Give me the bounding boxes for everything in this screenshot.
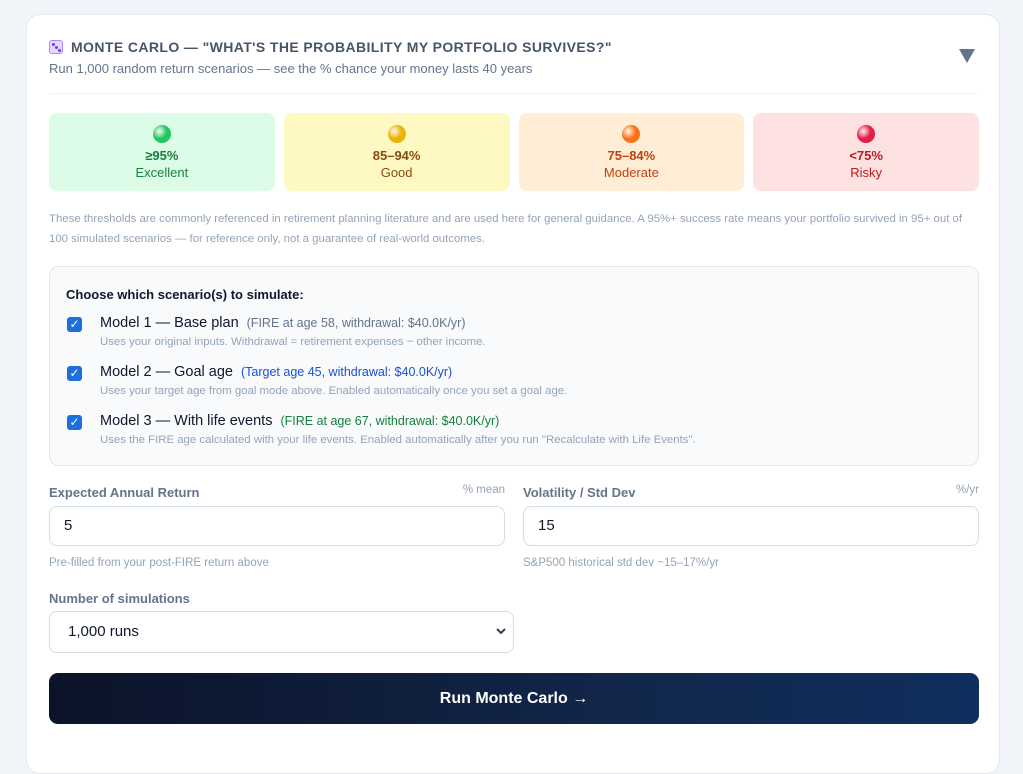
expected-return-input[interactable]: 5 — [49, 506, 505, 546]
red-dot-icon — [857, 125, 876, 143]
model-detail: (FIRE at age 67, withdrawal: $40.0K/yr) — [280, 414, 500, 428]
tier-moderate: 75–84% Moderate — [518, 113, 745, 191]
tier-range: 85–94% — [372, 148, 421, 163]
return-unit: % mean — [462, 484, 505, 496]
volatility-help: S&P500 historical std dev ~15–17%/yr — [523, 557, 719, 569]
model-title: Model 3 — With life events — [100, 413, 273, 429]
return-help: Pre-filled from your post-FIRE return ab… — [49, 557, 269, 569]
threshold-note: These thresholds are commonly referenced… — [49, 213, 963, 245]
monte-carlo-card: MONTE CARLO — "WHAT'S THE PROBABILITY MY… — [26, 14, 1000, 774]
run-monte-carlo-button[interactable]: Run Monte Carlo → — [49, 673, 979, 724]
tier-excellent: ≥95% Excellent — [49, 113, 275, 191]
model-2-checkbox[interactable]: ✓ — [67, 366, 82, 381]
model-description: Uses your target age from goal mode abov… — [100, 385, 568, 397]
triangle-down-icon[interactable] — [959, 49, 975, 63]
volatility-label: Volatility / Std Dev — [523, 485, 636, 500]
tier-range: ≥95% — [145, 148, 179, 163]
header-divider — [49, 93, 977, 94]
volatility-input[interactable]: 15 — [523, 506, 979, 546]
tier-label: Excellent — [135, 165, 189, 180]
model-description: Uses the FIRE age calculated with your l… — [100, 434, 696, 446]
model-detail: (Target age 45, withdrawal: $40.0K/yr) — [241, 365, 453, 379]
simulations-value: 1,000 runs — [68, 623, 139, 640]
card-header: MONTE CARLO — "WHAT'S THE PROBABILITY MY… — [49, 39, 977, 76]
scenario-heading: Choose which scenario(s) to simulate: — [66, 287, 304, 302]
volatility-unit: %/yr — [956, 484, 979, 496]
model-title: Model 1 — Base plan — [100, 315, 239, 331]
model-3-checkbox[interactable]: ✓ — [67, 415, 82, 430]
scenario-selector: Choose which scenario(s) to simulate: ✓ … — [49, 266, 979, 466]
tier-range: 75–84% — [607, 148, 656, 163]
green-dot-icon — [152, 125, 171, 143]
tier-label: Moderate — [603, 165, 659, 180]
simulations-label: Number of simulations — [49, 591, 190, 606]
section-subtitle: Run 1,000 random return scenarios — see … — [49, 61, 533, 76]
simulations-select[interactable]: 1,000 runs — [49, 611, 514, 653]
tier-good: 85–94% Good — [283, 113, 510, 191]
model-title: Model 2 — Goal age — [100, 364, 233, 380]
model-description: Uses your original inputs. Withdrawal = … — [100, 336, 486, 348]
model-detail: (FIRE at age 58, withdrawal: $40.0K/yr) — [246, 316, 466, 330]
tier-range: <75% — [849, 148, 883, 163]
tier-risky: <75% Risky — [753, 113, 979, 191]
section-title: MONTE CARLO — "WHAT'S THE PROBABILITY MY… — [71, 39, 612, 55]
orange-dot-icon — [622, 125, 641, 143]
tier-label: Risky — [850, 165, 883, 180]
success-thresholds: ≥95% Excellent 85–94% Good 75–84% Modera… — [49, 113, 979, 191]
die-icon — [49, 40, 63, 54]
tier-label: Good — [380, 165, 413, 180]
yellow-dot-icon — [387, 125, 406, 143]
model-1-checkbox[interactable]: ✓ — [67, 317, 82, 332]
return-label: Expected Annual Return — [49, 485, 200, 500]
chevron-down-icon — [496, 628, 506, 635]
